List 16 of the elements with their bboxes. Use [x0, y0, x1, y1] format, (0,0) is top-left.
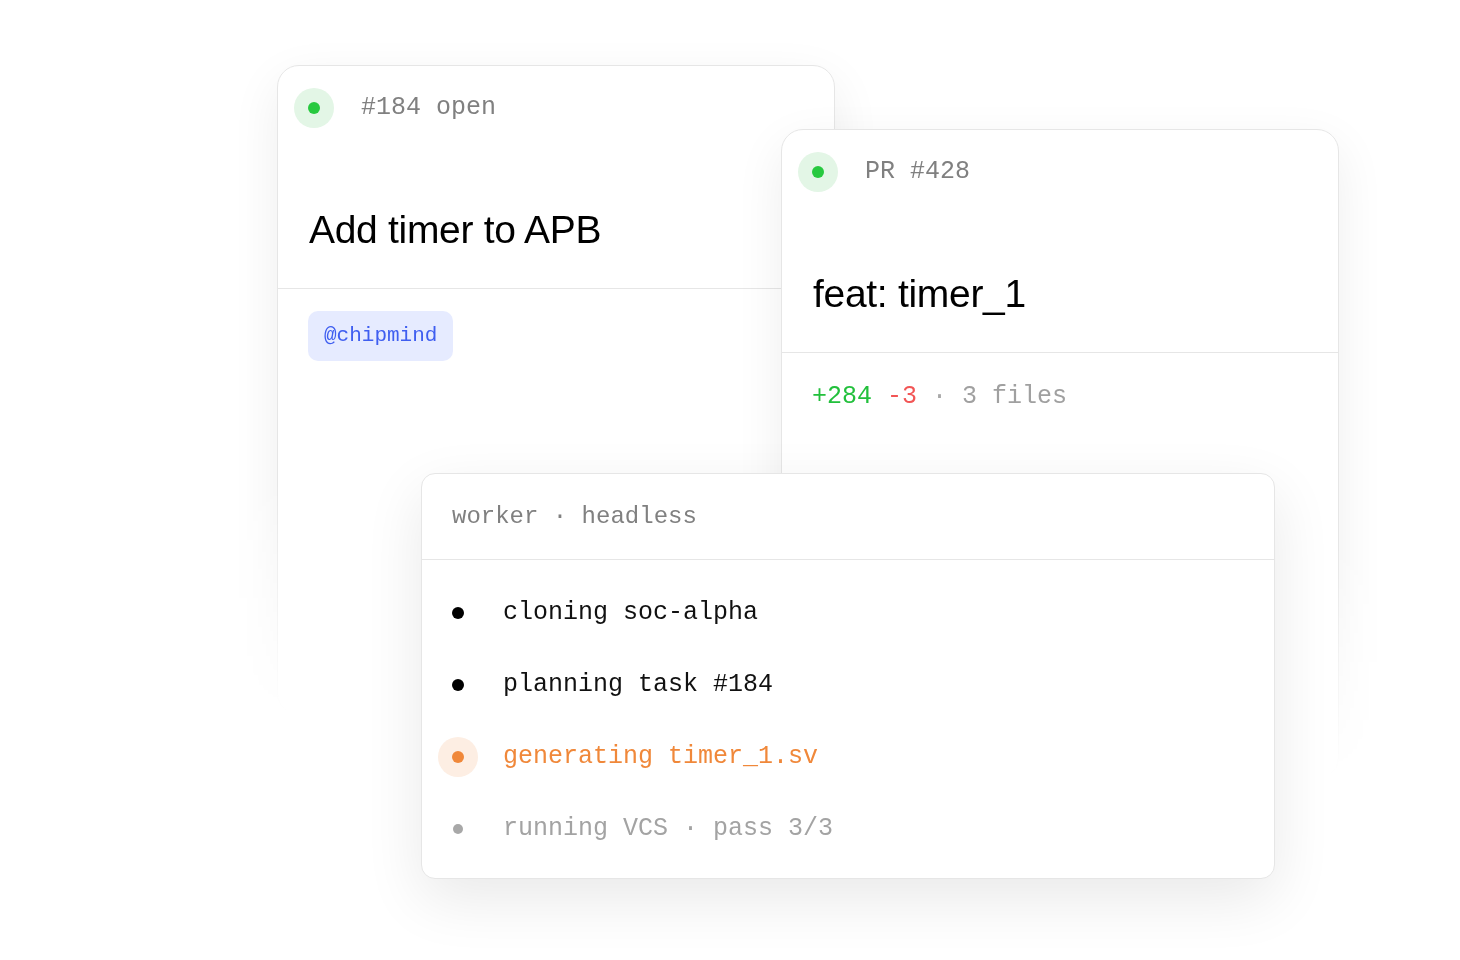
step-text: cloning soc-alpha	[503, 598, 759, 628]
card-title: feat: timer_1	[813, 272, 1026, 315]
status-dot-icon	[798, 152, 838, 192]
diff-separator: ·	[932, 382, 948, 412]
changed-files: 3 files	[962, 382, 1068, 412]
status-dot-icon	[294, 88, 334, 128]
card-label: PR #428	[865, 157, 971, 187]
mention-tag[interactable]: @chipmind	[308, 311, 454, 361]
step-text: generating timer_1.sv	[503, 742, 819, 772]
lines-added: +284	[812, 382, 872, 412]
worker-title: worker · headless	[452, 501, 697, 532]
step-text: planning task #184	[503, 670, 774, 700]
card-label: #184 open	[361, 93, 497, 123]
lines-removed: -3	[887, 382, 918, 412]
step-text: running VCS · pass 3/3	[503, 814, 834, 844]
card-title: Add timer to APB	[309, 208, 602, 251]
